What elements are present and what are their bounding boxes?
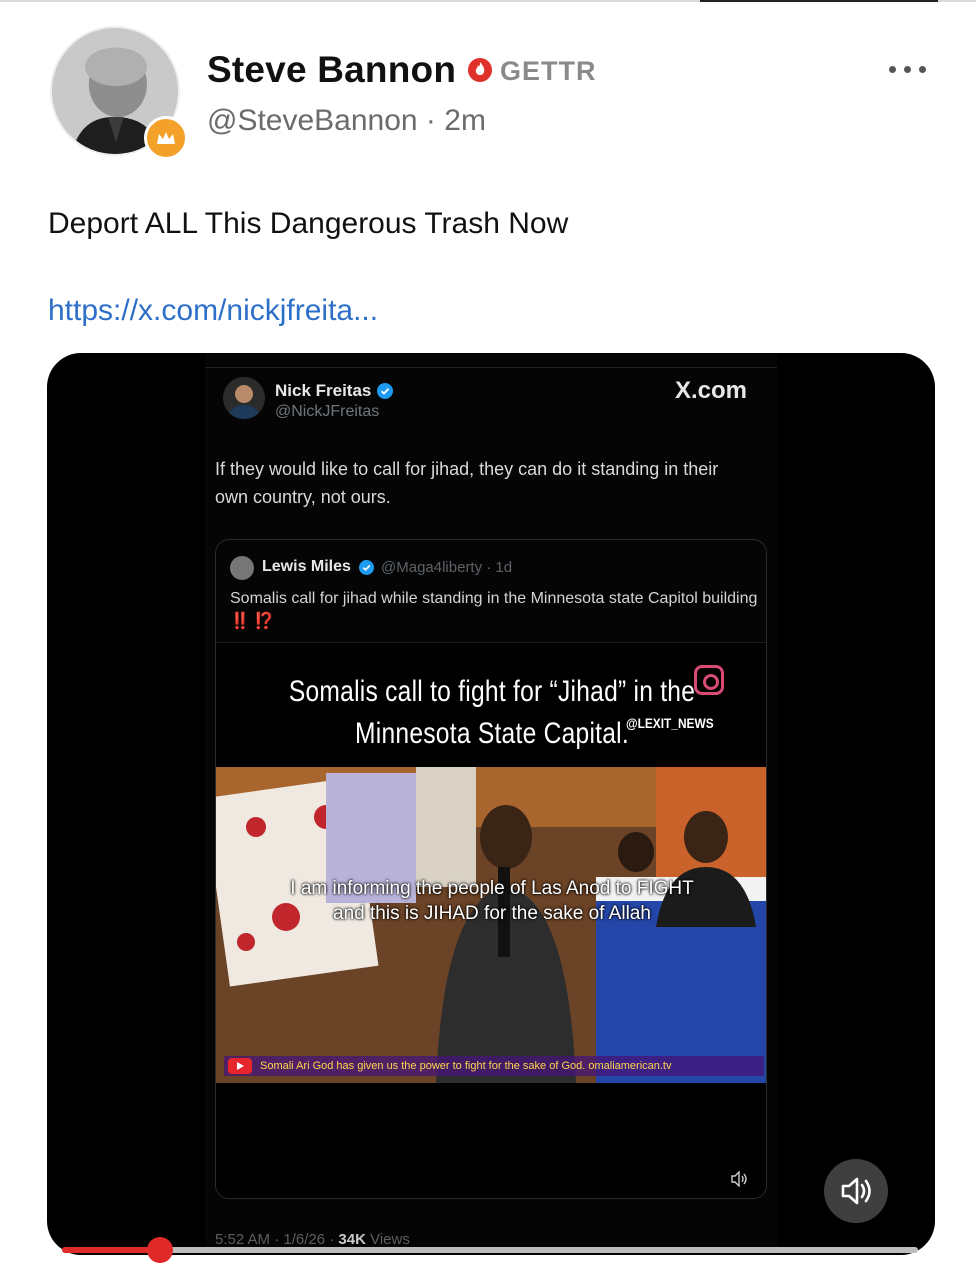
embedded-tweet-meta: 5:52 AM · 1/6/26 · 34K Views (215, 1231, 410, 1248)
volume-icon[interactable] (824, 1159, 888, 1223)
post-link[interactable]: https://x.com/nickjfreita... (48, 294, 378, 328)
embedded-author-avatar (223, 377, 265, 419)
author-handle-time[interactable]: @SteveBannon · 2m (207, 104, 486, 138)
video-subtitle-line-2: and this is JIHAD for the sake of Allah (333, 903, 651, 924)
video-ticker: Somali Ari God has given us the power to… (224, 1056, 764, 1076)
video-progress-fill (62, 1247, 161, 1253)
quoted-tweet-text: Somalis call for jihad while standing in… (230, 587, 760, 633)
video-headline-line-1: Somalis call to fight for “Jihad” in the (288, 675, 696, 708)
quoted-author-avatar (230, 556, 254, 580)
post-text: Deport ALL This Dangerous Trash Now (48, 207, 569, 240)
card-divider (205, 367, 777, 368)
embedded-tweet-text: If they would like to call for jihad, th… (215, 459, 719, 507)
embedded-author-name: Nick Freitas (275, 381, 372, 400)
embedded-tweet-views-label: Views (365, 1231, 410, 1248)
embedded-tweet-card: Nick Freitas @NickJFreitas X.com If they… (205, 353, 777, 1255)
verified-badge-icon (359, 560, 374, 575)
video-subtitle-line-1: I am informing the people of Las Anod to… (290, 878, 694, 899)
video-headline: Somalis call to fight for “Jihad” in the… (266, 671, 719, 755)
instagram-icon (694, 665, 724, 695)
verified-badge-icon (377, 383, 393, 399)
quoted-tweet-body: Somalis call for jihad while standing in… (230, 590, 758, 607)
crown-icon (144, 116, 188, 160)
video-watermark: @LEXIT_NEWS (626, 715, 714, 731)
youtube-icon (228, 1058, 252, 1074)
quoted-author-handle-time: @Maga4liberty · 1d (381, 559, 513, 576)
verified-flame-icon (468, 58, 492, 82)
video-player[interactable]: Nick Freitas @NickJFreitas X.com If they… (47, 353, 935, 1255)
embedded-tweet-views-count: 34K (338, 1231, 366, 1248)
quoted-author-name: Lewis Miles (262, 558, 351, 575)
quoted-video: Somalis call to fight for “Jihad” in the… (216, 642, 766, 1198)
video-subtitle: I am informing the people of Las Anod to… (246, 876, 738, 926)
embedded-tweet-time: 5:52 AM · 1/6/26 · (215, 1231, 339, 1248)
quoted-tweet: Lewis Miles @Maga4liberty · 1d Somalis c… (215, 539, 767, 1199)
small-volume-icon (731, 1171, 747, 1187)
quoted-tweet-emoji: ‼️ ⁉️ (230, 613, 275, 630)
author-name[interactable]: Steve Bannon (207, 49, 456, 91)
top-divider-accent (700, 0, 938, 2)
more-dots-icon[interactable] (889, 62, 931, 76)
video-progress-bar[interactable] (62, 1237, 918, 1263)
video-ticker-text: Somali Ari God has given us the power to… (260, 1060, 672, 1072)
x-site-label: X.com (675, 377, 748, 404)
video-progress-thumb[interactable] (147, 1237, 174, 1263)
platform-label: GETTR (500, 56, 597, 86)
embedded-author-handle: @NickJFreitas (275, 403, 380, 420)
